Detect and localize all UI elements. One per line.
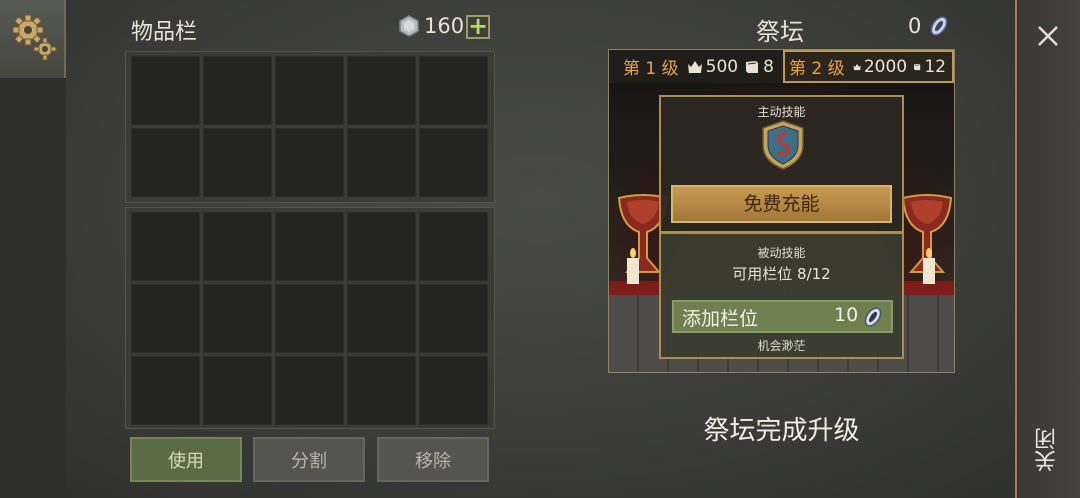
inventory-slot[interactable] — [203, 128, 272, 197]
crystal-icon — [930, 16, 948, 36]
inventory-slot[interactable] — [347, 212, 416, 281]
gear-icon[interactable] — [8, 12, 60, 64]
add-slot-button[interactable]: 添加栏位 10 — [672, 300, 893, 333]
close-icon[interactable] — [1030, 18, 1066, 54]
inventory-slot[interactable] — [203, 356, 272, 425]
shield-skill-icon[interactable] — [757, 119, 809, 171]
inventory-slot[interactable] — [419, 212, 488, 281]
active-skill-card: 主动技能 免费充能 — [659, 95, 904, 233]
inventory-slot[interactable] — [275, 212, 344, 281]
slots-available: 可用栏位 8/12 — [732, 265, 831, 283]
inventory-slot[interactable] — [131, 128, 200, 197]
tab-level-1[interactable]: 第 1 级 500 8 — [609, 50, 781, 83]
level-2-books: 12 — [924, 56, 946, 77]
inventory-slot[interactable] — [131, 356, 200, 425]
inventory-slot[interactable] — [275, 56, 344, 125]
split-button[interactable]: 分割 — [253, 437, 365, 482]
close-button[interactable]: 关闭 — [1028, 410, 1068, 490]
level-tabs: 第 1 级 500 8 第 2 级 2000 12 — [609, 50, 954, 83]
passive-skill-card: 被动技能 可用栏位 8/12 添加栏位 10 机会渺茫 — [659, 232, 904, 359]
inventory-slot[interactable] — [203, 212, 272, 281]
tab-level-2[interactable]: 第 2 级 2000 12 — [783, 50, 954, 83]
inventory-title: 物品栏 — [131, 20, 198, 45]
crystal-icon — [864, 307, 882, 327]
silver-coin-icon — [399, 15, 419, 37]
inventory-slot[interactable] — [131, 284, 200, 353]
candle-icon — [627, 248, 639, 284]
inventory-slot[interactable] — [203, 56, 272, 125]
level-2-crowns: 2000 — [863, 56, 908, 77]
inventory-slot[interactable] — [419, 284, 488, 353]
free-recharge-button[interactable]: 免费充能 — [671, 185, 892, 223]
silver-count: 160 — [424, 14, 465, 38]
inventory-slot[interactable] — [131, 56, 200, 125]
level-1-crowns: 500 — [705, 56, 739, 77]
chance-text: 机会渺茫 — [757, 339, 806, 353]
inventory-slot[interactable] — [419, 356, 488, 425]
inventory-slot[interactable] — [275, 356, 344, 425]
candle-icon — [923, 248, 935, 284]
crown-icon — [687, 60, 702, 73]
level-2-name: 第 2 级 — [789, 59, 845, 79]
crown-icon — [853, 63, 861, 70]
add-slot-cost: 10 — [834, 304, 859, 326]
inventory-slot[interactable] — [131, 212, 200, 281]
book-icon — [746, 60, 759, 73]
add-slot-label: 添加栏位 — [682, 308, 759, 330]
inventory-slot[interactable] — [419, 128, 488, 197]
inventory-slot[interactable] — [419, 56, 488, 125]
book-icon — [914, 63, 921, 70]
inventory-slot[interactable] — [275, 128, 344, 197]
inventory-slot[interactable] — [347, 284, 416, 353]
inventory-slot[interactable] — [347, 356, 416, 425]
level-1-name: 第 1 级 — [623, 59, 679, 79]
inventory-slot[interactable] — [275, 284, 344, 353]
inventory-grid-lower — [125, 207, 495, 429]
passive-skill-label: 被动技能 — [757, 246, 806, 260]
remove-button[interactable]: 移除 — [377, 437, 489, 482]
add-silver-button[interactable]: + — [466, 14, 490, 39]
inventory-slot[interactable] — [347, 56, 416, 125]
close-label: 关闭 — [1035, 428, 1060, 472]
inventory-slot[interactable] — [347, 128, 416, 197]
active-skill-label: 主动技能 — [757, 105, 806, 119]
use-button[interactable]: 使用 — [130, 437, 242, 482]
crystal-count: 0 — [908, 14, 922, 38]
level-1-books: 8 — [763, 56, 774, 77]
altar-title: 祭坛 — [756, 18, 804, 46]
inventory-slot[interactable] — [203, 284, 272, 353]
inventory-grid-upper — [125, 51, 495, 203]
altar-upgrade-status: 祭坛完成升级 — [703, 416, 860, 446]
